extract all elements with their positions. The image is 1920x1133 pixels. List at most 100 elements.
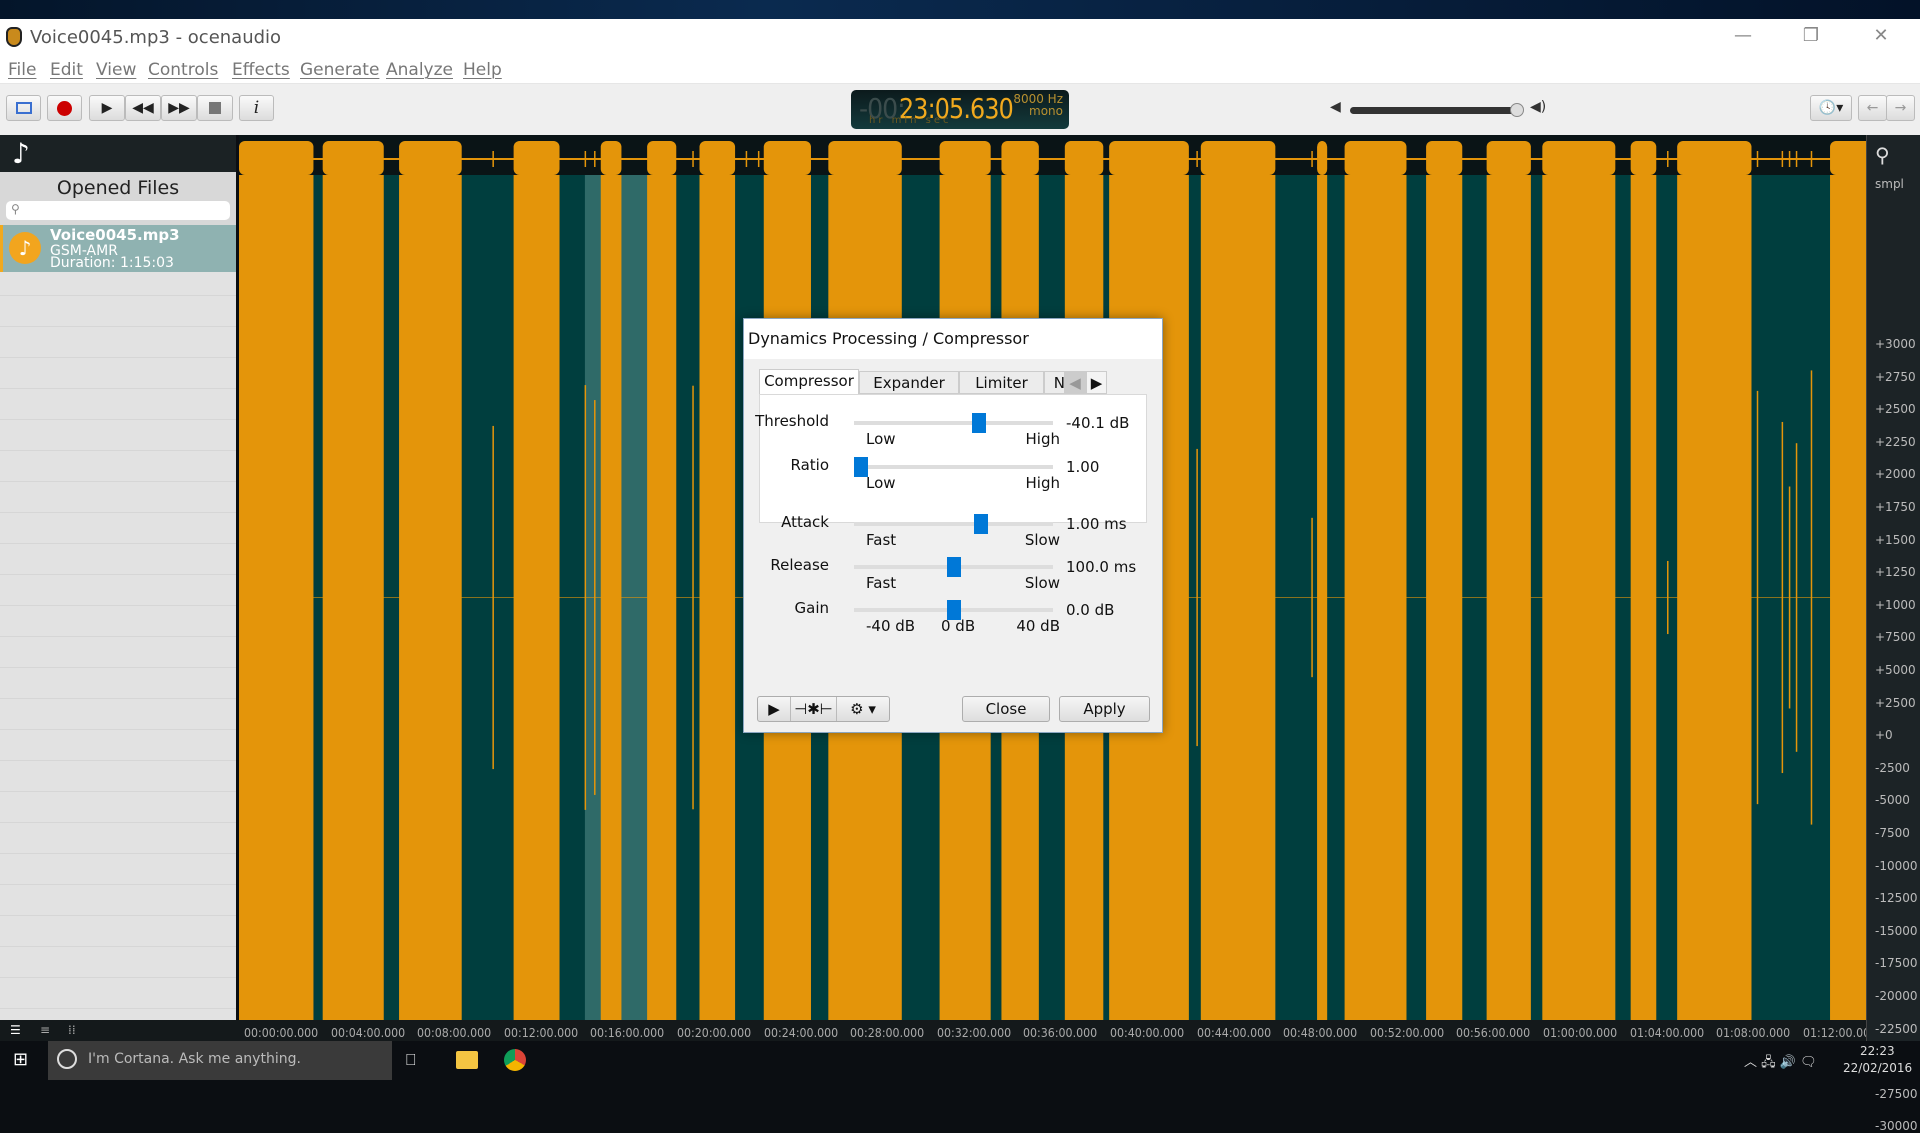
info-button[interactable]: i — [239, 95, 274, 121]
timeline-label: 00:48:00.000 — [1283, 1026, 1358, 1040]
timeline-label: 00:44:00.000 — [1196, 1026, 1271, 1040]
fast-forward-button[interactable]: ▶▶ — [161, 95, 197, 121]
amplitude-axis: ⚲ smpl +3000 +2750 +2500 +2250 +2000 +1750 +15… — [1866, 135, 1920, 1133]
ocenaudio-logo-icon — [6, 27, 22, 47]
compressor-dialog: Dynamics Processing / Compressor Compres… — [743, 318, 1163, 733]
task-view-icon[interactable]: ⎕ — [406, 1050, 416, 1070]
gain-label: Gain — [794, 599, 830, 617]
file-list-item[interactable]: ♪ Voice0045.mp3 GSM-AMR Duration: 1:15:0… — [0, 225, 236, 272]
music-note-icon[interactable]: ♪ — [12, 137, 30, 170]
preview-play-button[interactable]: ▶ — [758, 697, 791, 721]
overview-spike — [1781, 151, 1784, 167]
overview-spike — [1311, 151, 1313, 167]
desktop-background — [0, 0, 1920, 19]
stop-icon — [209, 102, 221, 114]
menu-effects[interactable]: Effects — [232, 60, 290, 80]
menu-generate[interactable]: Generate — [300, 60, 379, 80]
axis-label: +1000 — [1875, 597, 1916, 612]
menu-controls[interactable]: Controls — [148, 60, 218, 80]
sidebar-toggle-button[interactable] — [6, 95, 41, 121]
record-button[interactable] — [47, 95, 82, 121]
gain-value: 0.0 dB — [1066, 601, 1115, 619]
overview-spike — [1788, 151, 1791, 167]
overview-block — [1677, 141, 1752, 175]
overview-block — [1426, 141, 1463, 175]
overview-block — [763, 141, 811, 175]
volume-slider-thumb[interactable] — [1509, 103, 1524, 117]
overview-spike — [492, 151, 494, 167]
opened-files-title: Opened Files — [56, 177, 180, 199]
menu-file[interactable]: File — [8, 60, 36, 80]
tray-icons[interactable]: ︿ 🖧 🔊 🗨 — [1744, 1051, 1817, 1075]
overview-block — [647, 141, 677, 175]
attack-value: 1.00 ms — [1066, 515, 1127, 533]
overview-block — [1486, 141, 1531, 175]
tab-limiter[interactable]: Limiter — [959, 371, 1044, 394]
windows-start-icon[interactable]: ⊞ — [13, 1049, 28, 1070]
zoom-icon[interactable]: ⚲ — [1875, 143, 1919, 167]
overview-spike — [1667, 151, 1669, 167]
threshold-slider[interactable] — [854, 421, 1053, 425]
axis-label: +0 — [1875, 728, 1893, 743]
axis-label: +1750 — [1875, 500, 1916, 514]
volume-mute-icon[interactable]: ◀ — [1330, 99, 1341, 115]
compact-view-icon[interactable]: ≡ — [40, 1023, 50, 1037]
menu-view[interactable]: View — [96, 60, 136, 80]
menu-edit[interactable]: Edit — [50, 60, 83, 80]
restore-button[interactable]: ❐ — [1788, 25, 1834, 51]
time-display: -00: 23:05.630 hr min sec 8000 Hz mono — [851, 90, 1069, 129]
overview-spike — [584, 151, 587, 167]
apply-button[interactable]: Apply — [1059, 696, 1150, 722]
release-max-label: Slow — [1024, 574, 1060, 592]
history-button[interactable]: 🕓▾ — [1810, 95, 1852, 121]
forward-button[interactable]: → — [1886, 95, 1915, 121]
bypass-button[interactable]: ⊣✱⊢ — [791, 697, 837, 721]
minimize-button[interactable]: — — [1720, 25, 1766, 51]
clock-date[interactable]: 22/02/2016 — [1843, 1061, 1912, 1075]
list-view-icon[interactable]: ☰ — [10, 1023, 21, 1037]
play-button[interactable]: ▶ — [89, 95, 125, 121]
rewind-button[interactable]: ◀◀ — [125, 95, 161, 121]
axis-label: +2500 — [1875, 402, 1916, 417]
timeline-label: 00:00:00.000 — [244, 1026, 319, 1040]
tab-scroll-right[interactable]: ▶ — [1086, 371, 1107, 394]
stop-button[interactable] — [197, 95, 233, 121]
volume-max-icon[interactable]: ◀) — [1530, 99, 1546, 115]
overview-block — [600, 141, 622, 175]
overview-spike — [745, 151, 748, 167]
attack-slider[interactable] — [854, 522, 1053, 526]
cortana-search[interactable]: I'm Cortana. Ask me anything. — [48, 1041, 392, 1080]
title-bar: Voice0045.mp3 - ocenaudio — ❐ ✕ — [0, 19, 1920, 56]
menu-analyze[interactable]: Analyze — [386, 60, 453, 80]
file-name: Voice0045.mp3 — [50, 226, 180, 244]
axis-label: +2750 — [1875, 369, 1916, 384]
tab-scroll-left[interactable]: ◀ — [1064, 371, 1086, 394]
chrome-icon[interactable] — [504, 1049, 526, 1071]
close-button[interactable]: ✕ — [1858, 25, 1904, 51]
back-button[interactable]: ← — [1858, 95, 1887, 121]
timeline-ruler[interactable]: 00:00:00.000 00:04:00.000 00:08:00.000 00:1… — [236, 1020, 1877, 1041]
timeline-label: 00:24:00.000 — [763, 1026, 838, 1040]
clock-time[interactable]: 22:23 — [1860, 1044, 1895, 1058]
file-search-input[interactable] — [6, 201, 230, 220]
volume-slider[interactable] — [1350, 107, 1522, 114]
tab-expander[interactable]: Expander — [859, 371, 959, 394]
timeline-label: 00:28:00.000 — [850, 1026, 925, 1040]
grid-view-icon[interactable]: ⁞⁞ — [68, 1023, 76, 1037]
channels: mono — [1029, 104, 1063, 118]
effect-tabs: Compressor Expander Limiter No ◀ ▶ — [759, 369, 1147, 395]
preview-controls: ▶ ⊣✱⊢ ⚙ ▾ — [757, 696, 890, 722]
timeline-label: 00:04:00.000 — [330, 1026, 405, 1040]
close-dialog-button[interactable]: Close — [962, 696, 1050, 722]
axis-label: +2500 — [1875, 695, 1916, 710]
axis-label: -5000 — [1875, 793, 1910, 808]
search-icon: ⚲ — [11, 202, 20, 216]
menu-help[interactable]: Help — [463, 60, 502, 80]
settings-menu-button[interactable]: ⚙ ▾ — [837, 697, 889, 721]
overview-block — [322, 141, 384, 175]
overview-spike — [1756, 151, 1759, 167]
file-explorer-icon[interactable] — [456, 1051, 478, 1069]
tab-compressor[interactable]: Compressor — [759, 369, 859, 395]
ratio-slider[interactable] — [854, 465, 1053, 469]
time-display-units: hr min sec — [869, 115, 952, 126]
